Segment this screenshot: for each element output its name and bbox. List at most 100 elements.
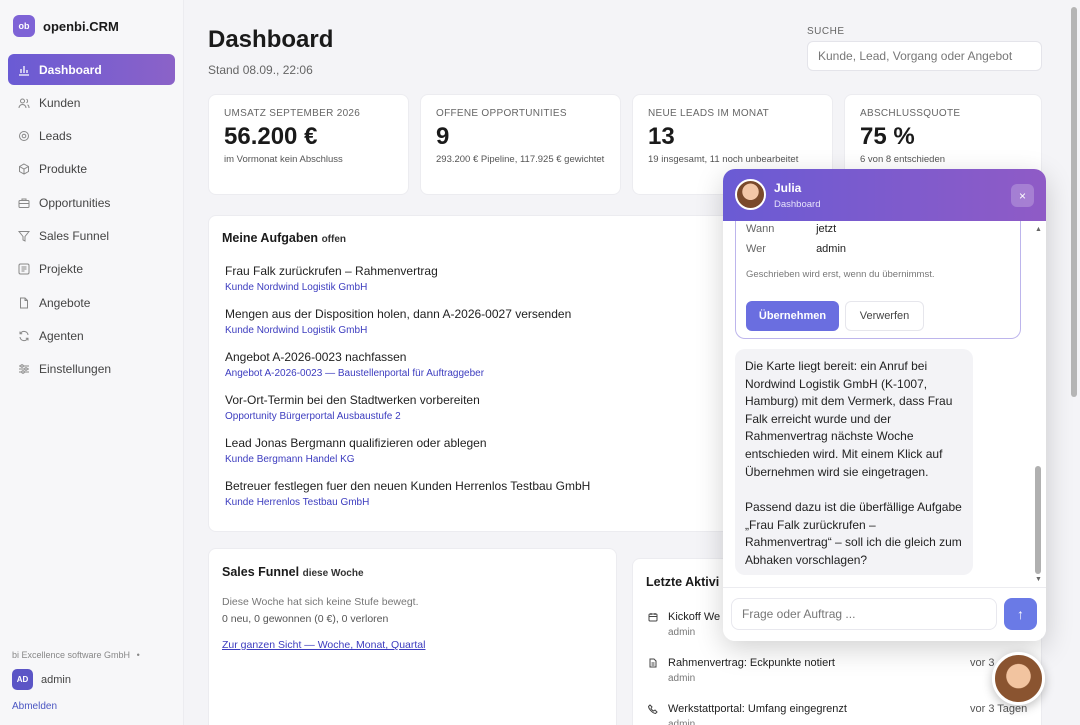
sidebar-nav: Dashboard Kunden Leads Produkte Opportun… bbox=[8, 54, 175, 387]
assistant-avatar bbox=[735, 179, 766, 210]
funnel-full-view-link[interactable]: Zur ganzen Sicht — Woche, Monat, Quartal bbox=[222, 639, 603, 651]
activity-title: Rahmenvertrag: Eckpunkte notiert bbox=[668, 657, 835, 669]
proposal-when-row: Wann jetzt bbox=[746, 223, 836, 235]
activity-author: admin bbox=[668, 627, 696, 638]
note-icon bbox=[648, 658, 658, 671]
sidebar-item-agenten[interactable]: Agenten bbox=[8, 320, 175, 351]
funnel-subtitle: diese Woche bbox=[302, 568, 364, 579]
sidebar-item-label: Kunden bbox=[39, 95, 81, 110]
proposal-note: Geschrieben wird erst, wenn du übernimms… bbox=[746, 269, 935, 280]
sidebar-item-sales-funnel[interactable]: Sales Funnel bbox=[8, 220, 175, 251]
kpi-label: UMSATZ SEPTEMBER 2026 bbox=[224, 108, 361, 119]
chat-scrollbar[interactable]: ▲ ▼ bbox=[1032, 221, 1044, 585]
tasks-title-text: Meine Aufgaben bbox=[222, 231, 319, 245]
kpi-label: NEUE LEADS IM MONAT bbox=[648, 108, 770, 119]
list-icon bbox=[18, 263, 30, 275]
page-scrollbar[interactable] bbox=[1069, 0, 1080, 725]
sliders-icon bbox=[18, 363, 30, 375]
activity-author: admin bbox=[668, 673, 696, 684]
brand[interactable]: ob openbi.CRM bbox=[13, 15, 119, 37]
kpi-card-opportunities: OFFENE OPPORTUNITIES 9 293.200 € Pipelin… bbox=[420, 94, 621, 195]
sidebar-item-dashboard[interactable]: Dashboard bbox=[8, 54, 175, 85]
chat-scrollbar-thumb[interactable] bbox=[1035, 466, 1041, 574]
kpi-value: 9 bbox=[436, 123, 450, 150]
sidebar-item-opportunities[interactable]: Opportunities bbox=[8, 187, 175, 218]
sidebar-item-label: Projekte bbox=[39, 262, 84, 277]
phone-icon bbox=[647, 704, 658, 717]
avatar: AD bbox=[12, 669, 33, 690]
sidebar-item-leads[interactable]: Leads bbox=[8, 121, 175, 152]
sidebar-item-label: Angebote bbox=[39, 295, 91, 310]
user-name: admin bbox=[41, 673, 71, 686]
kpi-subtext: 293.200 € Pipeline, 117.925 € gewichtet bbox=[436, 154, 605, 165]
close-icon[interactable]: × bbox=[1011, 184, 1034, 207]
kpi-subtext: im Vormonat kein Abschluss bbox=[224, 154, 343, 165]
scroll-up-icon[interactable]: ▲ bbox=[1035, 226, 1042, 233]
calendar-icon bbox=[648, 612, 658, 625]
page-scrollbar-thumb[interactable] bbox=[1071, 7, 1077, 397]
kpi-card-umsatz: UMSATZ SEPTEMBER 2026 56.200 € im Vormon… bbox=[208, 94, 409, 195]
sidebar-item-label: Produkte bbox=[39, 162, 88, 177]
funnel-icon bbox=[18, 230, 30, 242]
refresh-icon bbox=[18, 330, 30, 342]
message-paragraph: Die Karte liegt bereit: ein Anruf bei No… bbox=[745, 359, 953, 479]
kpi-value: 56.200 € bbox=[224, 123, 318, 150]
users-icon bbox=[18, 97, 30, 109]
proposal-who-value: admin bbox=[816, 243, 847, 255]
briefcase-icon bbox=[18, 197, 30, 209]
target-icon bbox=[18, 130, 30, 142]
sidebar: ob openbi.CRM Dashboard Kunden Leads Pro… bbox=[0, 0, 184, 725]
activity-title: Werkstattportal: Umfang eingegrenzt bbox=[668, 703, 847, 715]
brand-logo: ob bbox=[13, 15, 35, 37]
kpi-label: OFFENE OPPORTUNITIES bbox=[436, 108, 567, 119]
proposal-card: Wann jetzt Wer admin Geschrieben wird er… bbox=[735, 221, 1021, 339]
proposal-when-value: jetzt bbox=[816, 223, 837, 235]
accept-button[interactable]: Übernehmen bbox=[746, 301, 839, 331]
funnel-empty-text: Diese Woche hat sich keine Stufe bewegt. bbox=[222, 596, 419, 608]
send-icon[interactable]: ↑ bbox=[1004, 598, 1037, 630]
sidebar-item-label: Leads bbox=[39, 129, 72, 144]
activity-author: admin bbox=[668, 719, 696, 725]
kpi-subtext: 19 insgesamt, 11 noch unbearbeitet bbox=[648, 154, 799, 165]
search-input[interactable] bbox=[807, 41, 1042, 71]
sidebar-item-label: Dashboard bbox=[39, 62, 102, 77]
sidebar-item-produkte[interactable]: Produkte bbox=[8, 154, 175, 185]
funnel-title-text: Sales Funnel bbox=[222, 565, 300, 579]
sidebar-item-label: Opportunities bbox=[39, 195, 111, 210]
chat-context: Dashboard bbox=[774, 199, 821, 210]
sidebar-item-angebote[interactable]: Angebote bbox=[8, 287, 175, 318]
kpi-label: ABSCHLUSSQUOTE bbox=[860, 108, 961, 119]
funnel-stats: 0 neu, 0 gewonnen (0 €), 0 verloren bbox=[222, 613, 389, 625]
tasks-subtitle: offen bbox=[321, 234, 347, 245]
proposal-when-label: Wann bbox=[746, 223, 775, 235]
proposal-who-label: Wer bbox=[746, 243, 766, 255]
sidebar-item-label: Sales Funnel bbox=[39, 228, 110, 243]
sidebar-item-projekte[interactable]: Projekte bbox=[8, 254, 175, 285]
document-icon bbox=[18, 297, 30, 309]
assistant-launcher-avatar[interactable] bbox=[992, 652, 1045, 705]
sidebar-item-einstellungen[interactable]: Einstellungen bbox=[8, 354, 175, 385]
assistant-name: Julia bbox=[774, 181, 802, 195]
kpi-subtext: 6 von 8 entschieden bbox=[860, 154, 946, 165]
proposal-who-row: Wer admin bbox=[746, 243, 846, 255]
assistant-chat-panel: Julia Dashboard × Wann jetzt Wer admin G… bbox=[723, 169, 1046, 641]
activities-title: Letzte Aktivi bbox=[646, 575, 720, 589]
page-timestamp: Stand 08.09., 22:06 bbox=[208, 63, 313, 77]
chat-header: Julia Dashboard × bbox=[723, 169, 1046, 221]
page-title: Dashboard bbox=[208, 26, 334, 53]
chart-icon bbox=[18, 64, 30, 76]
funnel-title: Sales Funnel diese Woche bbox=[222, 565, 603, 579]
brand-name: openbi.CRM bbox=[43, 18, 119, 34]
reject-button[interactable]: Verwerfen bbox=[845, 301, 924, 331]
chat-composer: ↑ bbox=[723, 587, 1046, 641]
sidebar-item-label: Einstellungen bbox=[39, 362, 112, 377]
chat-input[interactable] bbox=[731, 598, 997, 630]
message-paragraph: Passend dazu ist die überfällige Aufgabe… bbox=[745, 500, 962, 567]
kpi-value: 75 % bbox=[860, 123, 915, 150]
sales-funnel-card: Sales Funnel diese Woche Diese Woche hat… bbox=[208, 548, 617, 725]
assistant-message: Die Karte liegt bereit: ein Anruf bei No… bbox=[735, 349, 973, 575]
box-icon bbox=[18, 163, 30, 175]
scroll-down-icon[interactable]: ▼ bbox=[1035, 576, 1042, 583]
sidebar-item-kunden[interactable]: Kunden bbox=[8, 87, 175, 118]
logout-link[interactable]: Abmelden bbox=[12, 701, 57, 712]
